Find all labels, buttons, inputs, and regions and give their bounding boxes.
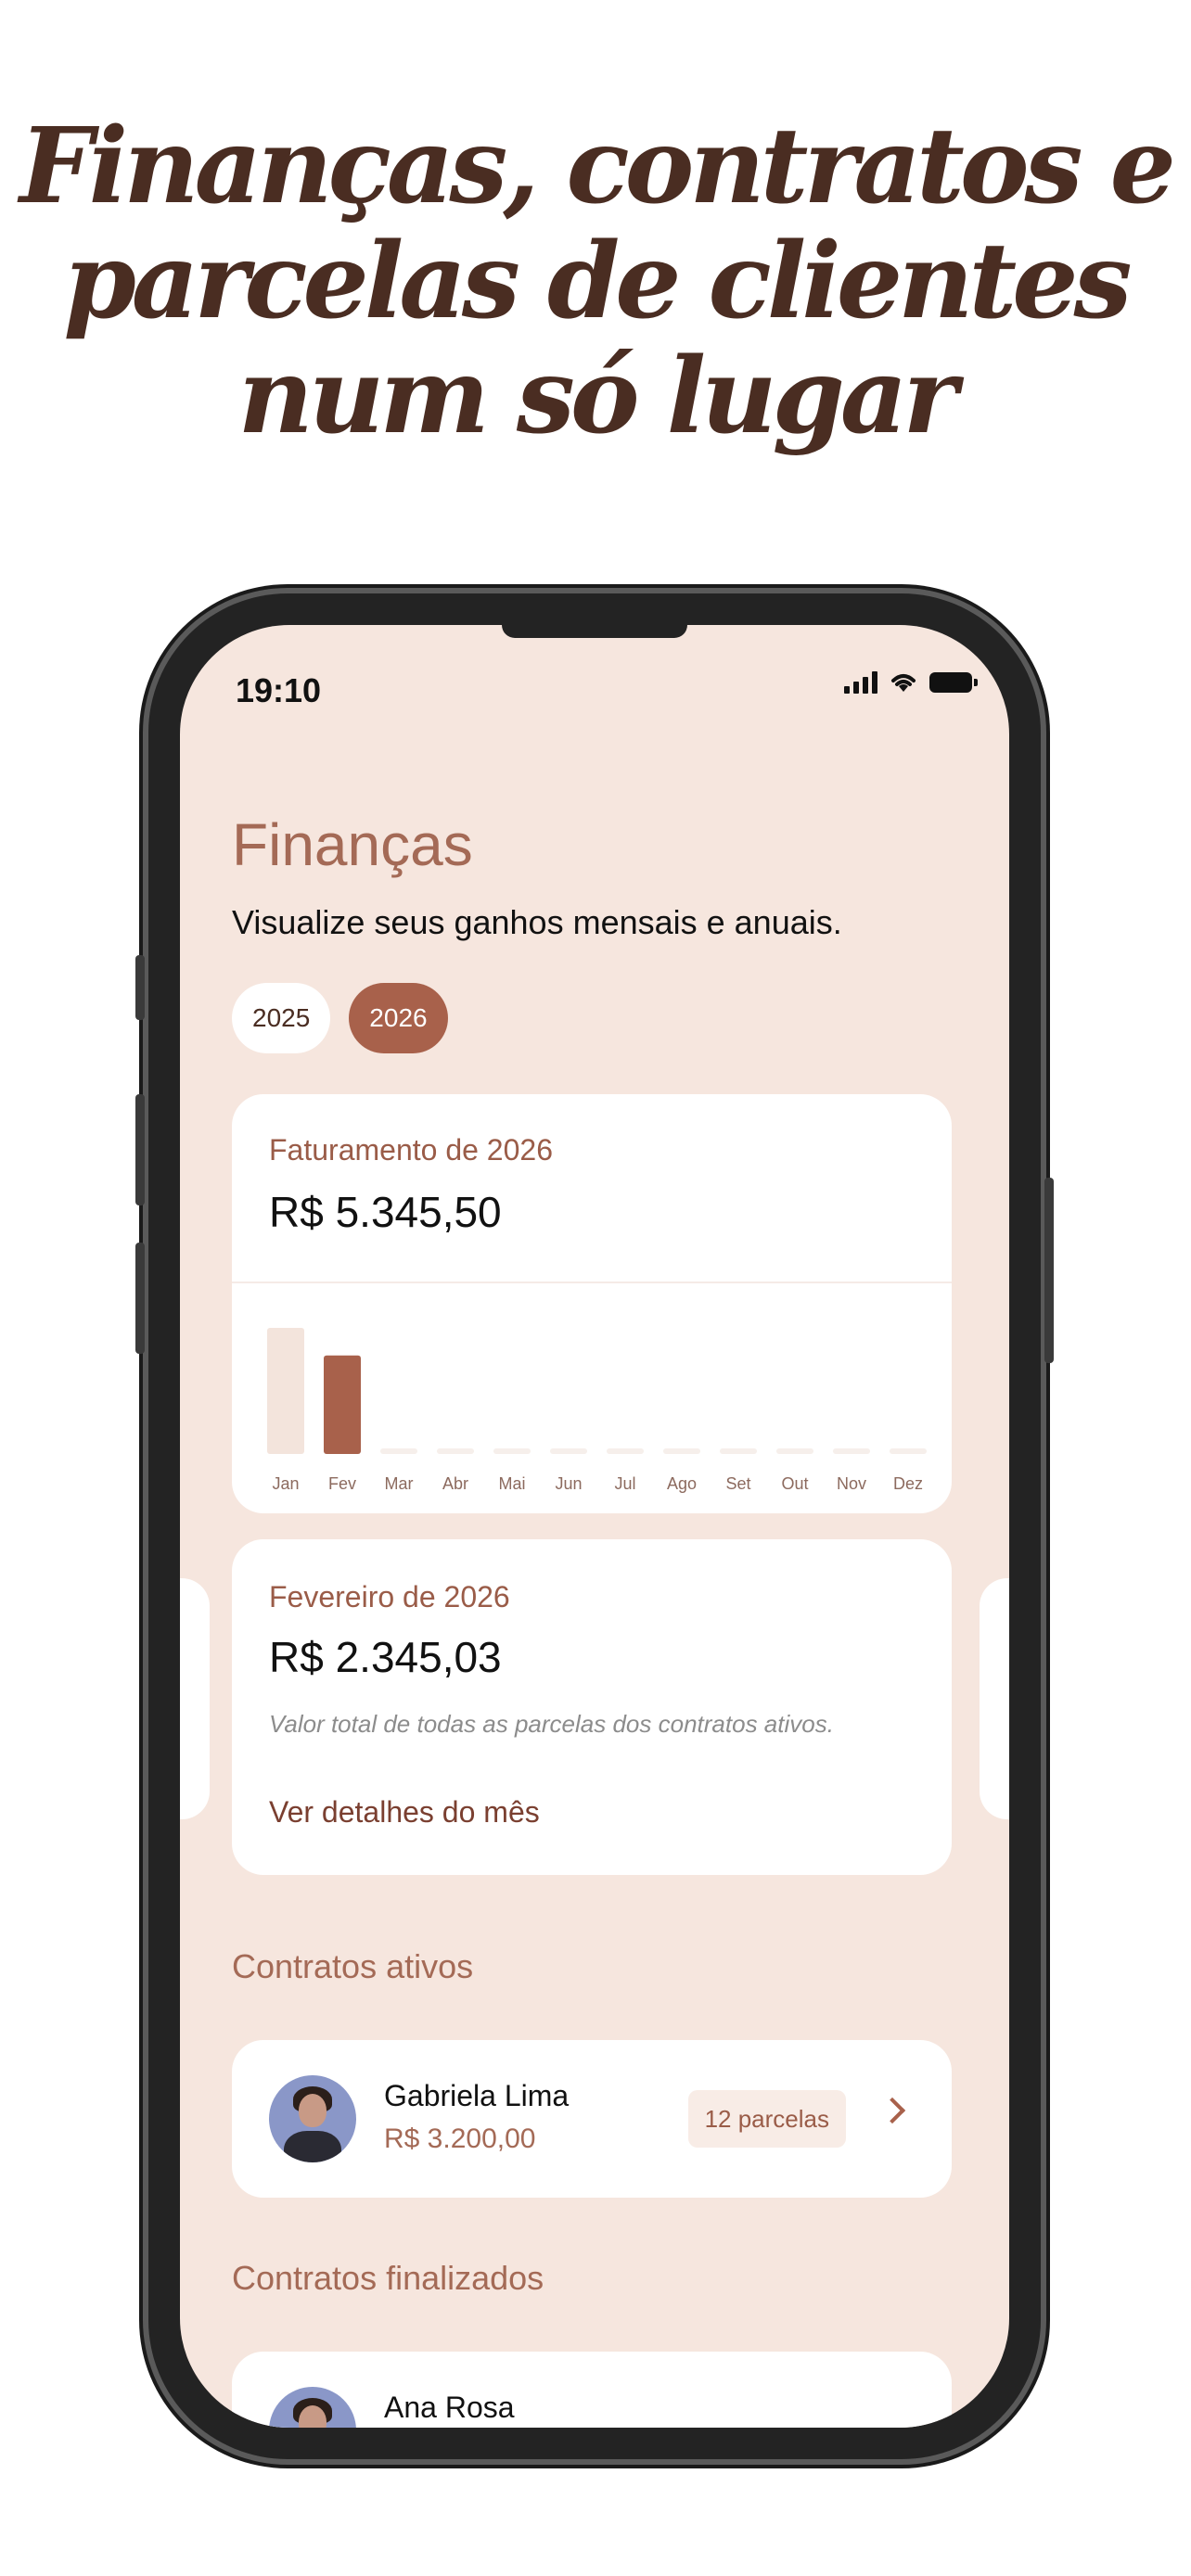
bar-mar[interactable]	[380, 1448, 417, 1454]
volume-up-button	[135, 1094, 145, 1205]
client-value: R$ 3.200,00	[384, 2123, 536, 2154]
bar-fev[interactable]	[324, 1355, 361, 1454]
tick-label-jun: Jun	[555, 1474, 582, 1493]
phone-frame: 19:10 Finanças Visualize seus ganhos men…	[135, 593, 1054, 2459]
wifi-icon	[891, 674, 916, 692]
page-subtitle: Visualize seus ganhos mensais e anuais.	[232, 903, 842, 941]
revenue-label: Faturamento de 2026	[269, 1133, 553, 1167]
bar-abr[interactable]	[437, 1448, 474, 1454]
year-pill-2025[interactable]: 2025	[232, 983, 331, 1053]
client-name: Ana Rosa	[384, 2391, 515, 2424]
status-icons	[844, 671, 978, 694]
month-summary-card: Fevereiro de 2026 R$ 2.345,03 Valor tota…	[232, 1539, 952, 1875]
headline-line-3: num só lugar	[237, 336, 958, 457]
tick-label-mai: Mai	[498, 1474, 525, 1493]
finished-contracts-title: Contratos finalizados	[232, 2259, 544, 2297]
contract-row[interactable]: Ana Rosa	[232, 2352, 952, 2428]
promo-headline: Finanças, contratos e parcelas de client…	[0, 109, 1191, 454]
bar-set[interactable]	[720, 1448, 757, 1454]
bar-jun[interactable]	[550, 1448, 587, 1454]
tick-label-jul: Jul	[614, 1474, 635, 1493]
page-title: Finanças	[232, 811, 473, 878]
annual-revenue-card: Faturamento de 2026 R$ 5.345,50 Jan Fev Ma…	[232, 1094, 952, 1513]
action-button	[135, 955, 145, 1020]
next-card-peek[interactable]	[980, 1578, 1009, 1819]
tick-label-out: Out	[781, 1474, 808, 1493]
card-divider	[232, 1282, 952, 1283]
bar-jul[interactable]	[607, 1448, 644, 1454]
month-details-link[interactable]: Ver detalhes do mês	[269, 1795, 540, 1830]
bar-mai[interactable]	[493, 1448, 531, 1454]
chevron-right-icon[interactable]	[878, 2097, 906, 2124]
active-contracts-title: Contratos ativos	[232, 1947, 474, 1985]
battery-icon	[929, 672, 978, 693]
tick-label-jan: Jan	[272, 1474, 299, 1493]
avatar	[269, 2387, 356, 2428]
tick-label-abr: Abr	[442, 1474, 468, 1493]
monthly-bar-chart: Jan Fev Mar Abr Mai Jun Jul Ago Set Out Nov Dez	[267, 1328, 927, 1493]
installments-badge: 12 parcelas	[687, 2090, 846, 2148]
tick-label-ago: Ago	[667, 1474, 697, 1493]
year-selector: 2025 2026	[232, 983, 448, 1053]
power-button	[1044, 1178, 1054, 1363]
tick-label-fev: Fev	[328, 1474, 356, 1493]
notch	[502, 625, 687, 638]
bar-out[interactable]	[776, 1448, 813, 1454]
month-note: Valor total de todas as parcelas dos con…	[269, 1710, 834, 1738]
avatar	[269, 2075, 356, 2162]
app-screen: 19:10 Finanças Visualize seus ganhos men…	[180, 625, 1009, 2428]
previous-card-peek[interactable]	[180, 1578, 210, 1819]
bar-nov[interactable]	[833, 1448, 870, 1454]
contract-row[interactable]: Gabriela Lima R$ 3.200,00 12 parcelas	[232, 2040, 952, 2198]
revenue-amount: R$ 5.345,50	[269, 1188, 502, 1236]
tick-label-nov: Nov	[837, 1474, 866, 1493]
bar-dez[interactable]	[890, 1448, 927, 1454]
headline-line-1: Finanças, contratos e	[19, 106, 1176, 227]
status-time: 19:10	[236, 671, 322, 709]
client-name: Gabriela Lima	[384, 2079, 570, 2112]
volume-down-button	[135, 1243, 145, 1354]
tick-label-mar: Mar	[385, 1474, 414, 1493]
signal-icon	[844, 671, 877, 694]
bar-ago[interactable]	[663, 1448, 700, 1454]
month-amount: R$ 2.345,03	[269, 1633, 502, 1681]
tick-label-dez: Dez	[893, 1474, 923, 1493]
bar-jan[interactable]	[267, 1328, 304, 1454]
year-pill-2026[interactable]: 2026	[349, 983, 448, 1053]
month-label: Fevereiro de 2026	[269, 1580, 510, 1613]
tick-label-set: Set	[725, 1474, 750, 1493]
headline-line-2: parcelas de clientes	[63, 221, 1132, 342]
